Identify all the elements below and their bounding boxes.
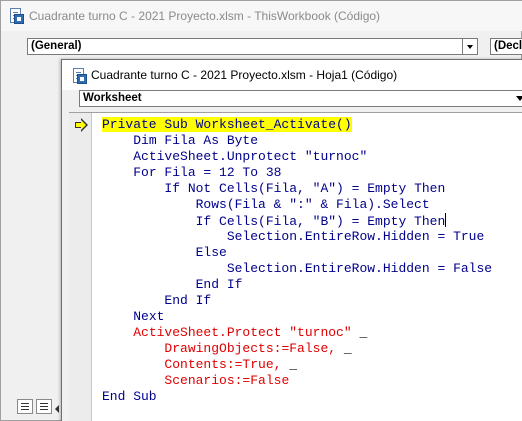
chevron-down-icon[interactable]	[462, 39, 477, 54]
code-editor[interactable]: Private Sub Worksheet_Activate() Dim Fil…	[69, 112, 522, 421]
thisworkbook-title: Cuadrante turno C - 2021 Proyecto.xlsm -…	[29, 9, 381, 23]
code-token: End If	[164, 293, 212, 308]
margin-indicator-bar[interactable]	[69, 113, 92, 421]
procedure-view-icon[interactable]	[17, 399, 33, 414]
code-token: Scenarios:=False	[164, 373, 290, 388]
code-token: End If	[195, 277, 243, 292]
code-token: Next	[133, 309, 165, 324]
code-token: ActiveSheet.Unprotect "turnoc"	[133, 149, 368, 164]
hoja1-object-dropdown-value: Worksheet	[83, 92, 142, 104]
code-token: Dim Fila As Byte	[133, 133, 259, 148]
code-line[interactable]: ActiveSheet.Unprotect "turnoc"	[102, 149, 367, 165]
object-dropdown-value: (General)	[31, 40, 82, 52]
code-line[interactable]: ActiveSheet.Protect "turnoc" _	[102, 325, 367, 341]
hoja1-titlebar[interactable]: Cuadrante turno C - 2021 Proyecto.xlsm -…	[62, 60, 522, 90]
code-token: If Cells(Fila, "B") = Empty Then	[195, 214, 446, 229]
code-token: _	[281, 357, 298, 372]
code-token: Rows(Fila & ":" & Fila).Select	[195, 197, 430, 212]
code-line[interactable]: Next	[102, 309, 164, 325]
code-line[interactable]: Private Sub Worksheet_Activate()	[102, 117, 352, 133]
code-token: Private Sub Worksheet_Activate()	[102, 117, 352, 132]
hoja1-object-dropdown[interactable]: Worksheet	[79, 90, 522, 107]
scroll-left-arrow-icon[interactable]	[55, 405, 59, 413]
procedure-dropdown[interactable]: (Decla	[490, 38, 522, 55]
code-token: DrawingObjects:=False,	[164, 341, 337, 356]
code-line[interactable]: If Not Cells(Fila, "A") = Empty Then	[102, 181, 445, 197]
code-line[interactable]: End Sub	[102, 389, 157, 405]
code-line[interactable]: Rows(Fila & ":" & Fila).Select	[102, 197, 430, 213]
code-token: Contents:=True,	[164, 357, 282, 372]
code-line[interactable]: For Fila = 12 To 38	[102, 165, 281, 181]
code-line[interactable]: Scenarios:=False	[102, 373, 289, 389]
code-token: If Not Cells(Fila, "A") = Empty Then	[164, 181, 446, 196]
code-token: End Sub	[102, 389, 157, 404]
code-token: Selection.EntireRow.Hidden = False	[226, 261, 493, 276]
text-caret	[445, 213, 447, 227]
execution-point-arrow-icon	[75, 118, 89, 132]
code-token: For Fila = 12 To 38	[133, 165, 282, 180]
procedure-dropdown-value: (Decla	[494, 40, 522, 52]
code-token: Else	[195, 245, 227, 260]
object-dropdown[interactable]: (General)	[27, 38, 478, 55]
code-token: Selection.EntireRow.Hidden = True	[226, 229, 485, 244]
code-line[interactable]: If Cells(Fila, "B") = Empty Then	[102, 213, 447, 229]
code-token: _	[351, 325, 368, 340]
code-line[interactable]: End If	[102, 293, 211, 309]
code-token: _	[336, 341, 352, 356]
code-line[interactable]: Selection.EntireRow.Hidden = False	[102, 261, 492, 277]
code-line[interactable]: End If	[102, 277, 243, 293]
code-line[interactable]: Selection.EntireRow.Hidden = True	[102, 229, 484, 245]
hoja1-title: Cuadrante turno C - 2021 Proyecto.xlsm -…	[91, 68, 398, 82]
code-window-icon	[8, 8, 24, 24]
code-window-icon	[71, 68, 87, 84]
code-line[interactable]: Contents:=True, _	[102, 357, 297, 373]
full-module-view-icon[interactable]	[36, 399, 52, 414]
code-line[interactable]: DrawingObjects:=False, _	[102, 341, 352, 357]
chevron-down-icon[interactable]	[516, 96, 522, 101]
thisworkbook-titlebar[interactable]: Cuadrante turno C - 2021 Proyecto.xlsm -…	[1, 1, 522, 31]
hoja1-code-window[interactable]: Cuadrante turno C - 2021 Proyecto.xlsm -…	[61, 59, 522, 421]
code-line[interactable]: Else	[102, 245, 227, 261]
code-token: ActiveSheet.Protect "turnoc"	[133, 325, 352, 340]
view-buttons	[17, 397, 67, 417]
code-line[interactable]: Dim Fila As Byte	[102, 133, 258, 149]
